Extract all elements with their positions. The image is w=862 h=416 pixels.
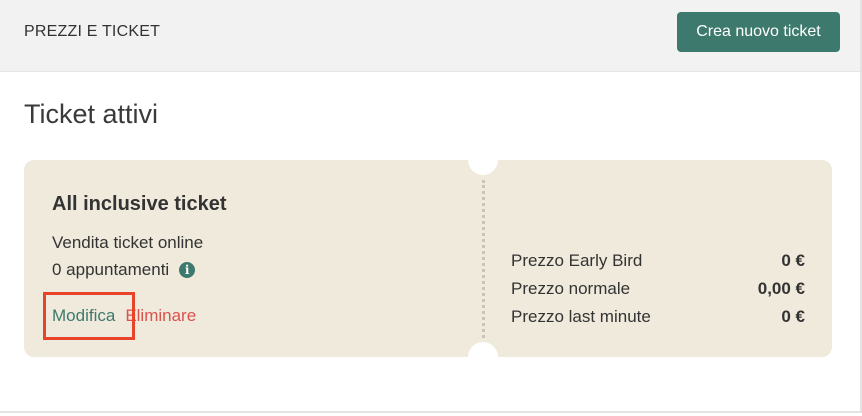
ticket-appointments-row: 0 appuntamenti i: [52, 260, 196, 280]
price-value: 0 €: [781, 251, 805, 270]
info-icon[interactable]: i: [179, 262, 196, 278]
price-value: 0,00 €: [757, 279, 805, 298]
ticket-card: All inclusive ticket Vendita ticket onli…: [24, 145, 832, 372]
price-row-normal: Prezzo normale 0,00 €: [511, 277, 805, 305]
ticket-sale-mode: Vendita ticket online: [52, 233, 204, 252]
price-label: Prezzo last minute: [511, 307, 651, 326]
edit-ticket-link[interactable]: Modifica: [52, 306, 115, 326]
section-title: Ticket attivi: [24, 99, 159, 129]
ticket-appointments: 0 appuntamenti: [52, 260, 170, 279]
price-label: Prezzo Early Bird: [511, 251, 643, 270]
ticket-notch-bottom: [468, 342, 498, 372]
ticket-name: All inclusive ticket: [52, 193, 227, 215]
price-label: Prezzo normale: [511, 279, 631, 298]
price-row-early-bird: Prezzo Early Bird 0 €: [511, 249, 805, 277]
delete-ticket-link[interactable]: Eliminare: [125, 306, 196, 326]
ticket-perforation: [482, 180, 485, 338]
panel-header: PREZZI E TICKET Crea nuovo ticket: [0, 0, 860, 72]
price-value: 0 €: [781, 307, 805, 326]
price-row-last-minute: Prezzo last minute 0 €: [511, 305, 805, 333]
create-ticket-button[interactable]: Crea nuovo ticket: [677, 12, 840, 52]
ticket-prices: Prezzo Early Bird 0 € Prezzo normale 0,0…: [511, 249, 805, 333]
tickets-panel: PREZZI E TICKET Crea nuovo ticket Ticket…: [0, 0, 862, 413]
ticket-notch-top: [468, 145, 498, 175]
panel-title: PREZZI E TICKET: [24, 23, 161, 40]
ticket-actions: Modifica Eliminare: [52, 306, 196, 326]
